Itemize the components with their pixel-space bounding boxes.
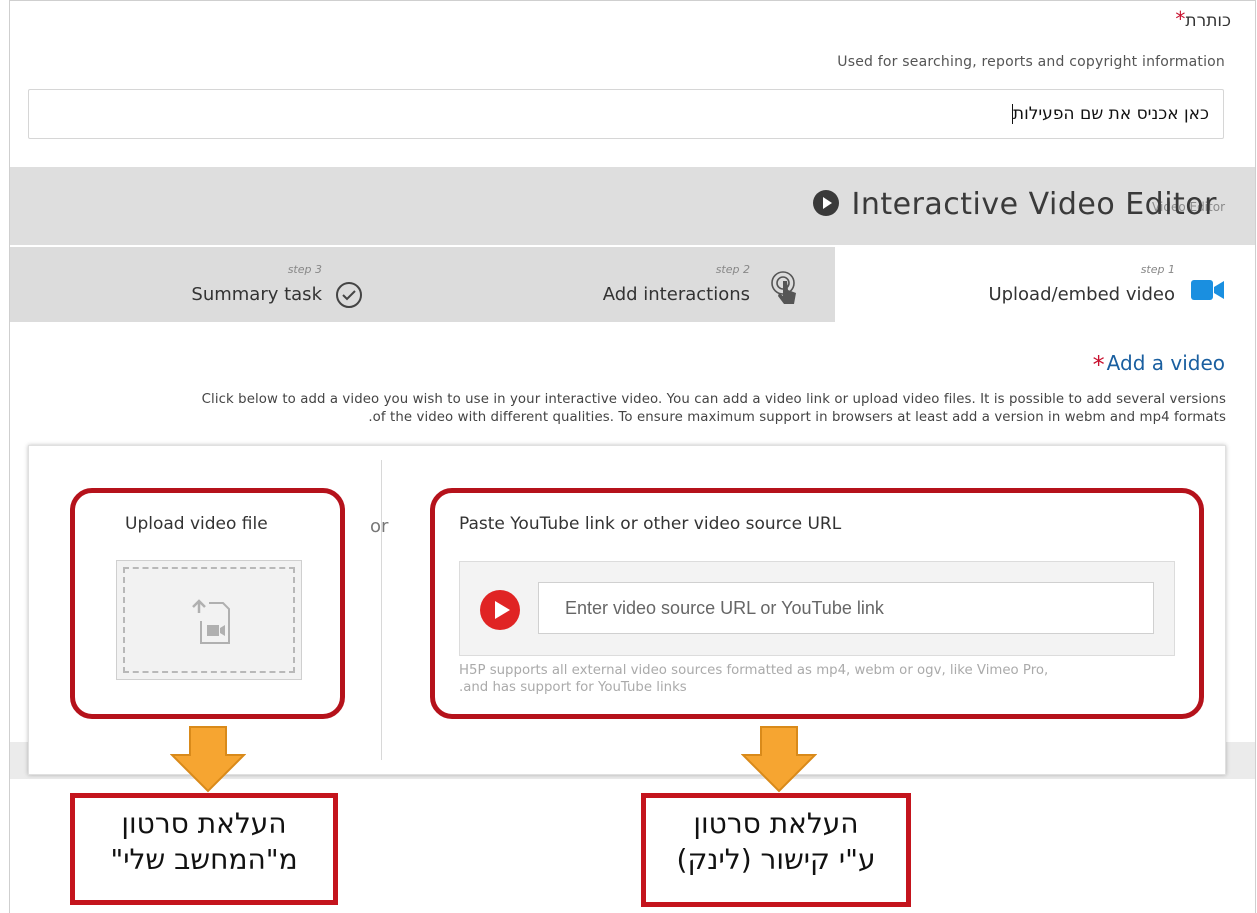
tap-hand-icon (771, 271, 796, 304)
add-video-label-text: Add a video (1106, 351, 1225, 375)
panel-divider (381, 460, 382, 760)
check-circle-icon (336, 282, 362, 308)
title-input-value: כאן אכניס את שם הפעילות (1012, 104, 1209, 124)
description-line: Click below to add a video you wish to u… (201, 392, 1226, 407)
editor-title-text: Interactive Video Editor (851, 187, 1217, 222)
description-line: .of the video with different qualities. … (368, 410, 1226, 425)
steps-bar: step 3 Summary task step 2 Add interacti… (10, 247, 1255, 322)
step-label: Upload/embed video (988, 284, 1175, 305)
step-number: step 2 (715, 263, 750, 276)
upload-highlight (70, 488, 345, 719)
annotation-line: מ"המחשב שלי" (110, 843, 298, 876)
upload-annotation: העלאת סרטון מ"המחשב שלי" (70, 793, 338, 905)
tab-step-interactions[interactable]: step 2 Add interactions (570, 247, 810, 322)
step-number: step 1 (1140, 263, 1175, 276)
step-label: Add interactions (602, 284, 750, 305)
step-number: step 3 (287, 263, 322, 276)
play-circle-icon (813, 189, 840, 216)
title-label-text: כותרת (1185, 11, 1231, 31)
add-video-description: Click below to add a video you wish to u… (28, 391, 1226, 427)
title-field-label: כותרת* (1175, 7, 1231, 31)
step-label: Summary task (191, 284, 322, 305)
down-arrow-icon (170, 726, 246, 793)
annotation-line: ע"י קישור (לינק) (676, 843, 876, 876)
tab-step-summary[interactable]: step 3 Summary task (160, 247, 370, 322)
required-mark: * (1092, 351, 1105, 379)
title-field-description: Used for searching, reports and copyrigh… (837, 54, 1225, 70)
add-video-label: * Add a video (1093, 351, 1225, 379)
video-camera-icon (1191, 280, 1224, 300)
annotation-line: העלאת סרטון (693, 807, 859, 840)
or-separator: or (370, 516, 389, 537)
title-input[interactable]: כאן אכניס את שם הפעילות (28, 89, 1224, 139)
required-mark: * (1175, 7, 1186, 31)
editor-frame: כותרת* Used for searching, reports and c… (9, 0, 1256, 913)
annotation-line: העלאת סרטון (121, 807, 287, 840)
down-arrow-icon (741, 726, 817, 793)
link-annotation: העלאת סרטון ע"י קישור (לינק) (641, 793, 911, 907)
editor-header-bar: Video Editor Interactive Video Editor (10, 167, 1255, 245)
url-highlight (430, 488, 1204, 719)
editor-title: Interactive Video Editor (813, 187, 1217, 222)
tab-step-upload[interactable]: step 1 Upload/embed video (970, 247, 1235, 322)
